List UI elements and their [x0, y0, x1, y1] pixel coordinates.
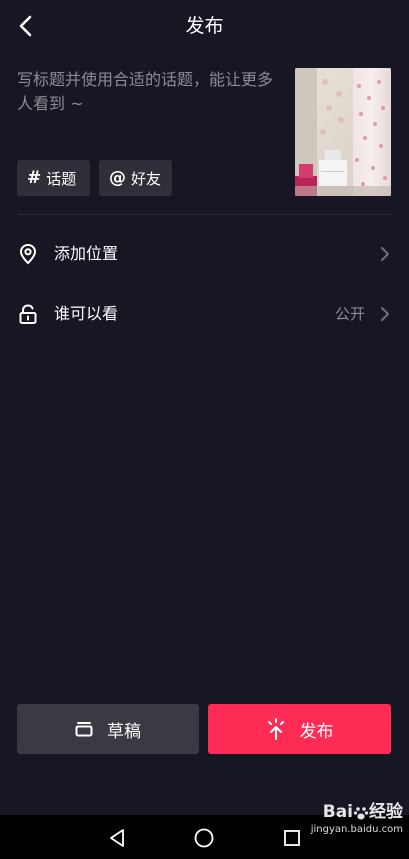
chevron-right-icon [381, 307, 389, 321]
publish-button-label: 发布 [299, 721, 334, 742]
divider [17, 214, 392, 215]
visibility-row[interactable]: 谁可以看 公开 [0, 286, 409, 342]
publish-button[interactable]: 发布 [208, 704, 391, 754]
watermark-logo: Bai 经验 [311, 804, 403, 821]
publish-screen: 发布 写标题并使用合适的话题，能让更多人看到 ~ # 话题 @ 好友 添加位置 … [0, 0, 409, 859]
chevron-right-icon [381, 247, 389, 261]
draft-button-label: 草稿 [107, 721, 141, 742]
nav-recents-icon[interactable] [280, 826, 304, 850]
publish-spark-icon [266, 718, 286, 740]
header: 发布 [0, 0, 409, 52]
topic-chip[interactable]: # 话题 [17, 160, 90, 196]
visibility-value: 公开 [334, 305, 365, 323]
nav-back-icon[interactable] [105, 826, 129, 850]
watermark-suffix: 经验 [369, 802, 403, 822]
draft-box-icon [75, 721, 93, 737]
nav-home-icon[interactable] [192, 826, 216, 850]
cover-image [295, 68, 391, 196]
topic-chip-label: 话题 [46, 169, 77, 188]
baidu-logo-text: Bai [322, 802, 353, 822]
add-location-row[interactable]: 添加位置 [0, 226, 409, 282]
watermark-url: jingyan.baidu.com [310, 824, 403, 835]
page-title: 发布 [185, 15, 224, 37]
watermark: Bai 经验 jingyan.baidu.com [311, 804, 403, 835]
at-icon: @ [109, 168, 126, 188]
visibility-label: 谁可以看 [54, 304, 119, 323]
friend-chip[interactable]: @ 好友 [99, 160, 172, 196]
video-cover-thumbnail[interactable] [295, 68, 391, 196]
paw-icon [353, 806, 369, 819]
hash-icon: # [27, 168, 42, 188]
add-location-label: 添加位置 [54, 244, 119, 263]
unlock-icon [19, 304, 37, 324]
friend-chip-label: 好友 [131, 169, 162, 188]
caption-input[interactable]: 写标题并使用合适的话题，能让更多人看到 ~ [17, 68, 279, 116]
draft-button[interactable]: 草稿 [17, 704, 199, 754]
location-pin-icon [19, 243, 37, 265]
